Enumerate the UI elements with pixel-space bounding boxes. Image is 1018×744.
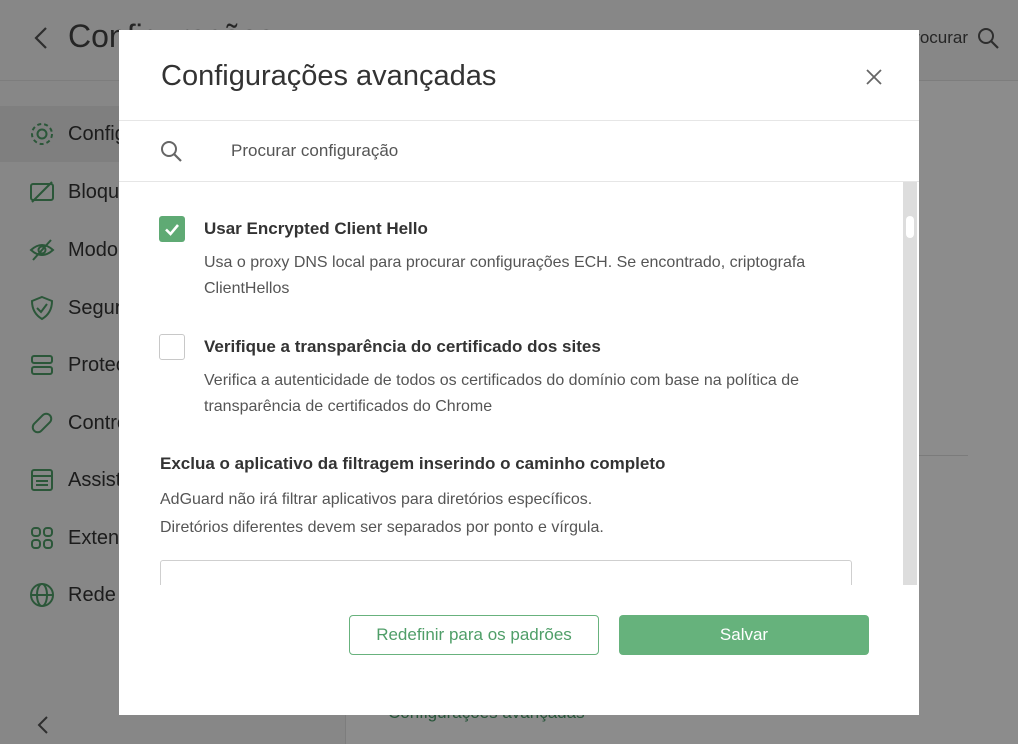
ech-checkbox[interactable] [159,216,185,242]
setting-title: Verifique a transparência do certificado… [204,337,601,356]
exclude-apps-line-1: AdGuard não irá filtrar aplicativos para… [160,491,593,508]
settings-search-bar [119,120,919,182]
save-button[interactable]: Salvar [619,615,869,655]
reset-defaults-button[interactable]: Redefinir para os padrões [349,615,599,655]
exclude-apps-description: AdGuard não irá filtrar aplicativos para… [160,486,604,542]
search-icon [161,141,182,162]
advanced-settings-dialog: Configurações avançadas Usar Encrypted C… [119,30,919,715]
cert-transparency-checkbox[interactable] [159,334,185,360]
exclude-apps-line-2: Diretórios diferentes devem ser separado… [160,519,604,536]
setting-description: Verifica a autenticidade de todos os cer… [204,372,800,415]
settings-list: Usar Encrypted Client Hello Usa o proxy … [119,182,919,585]
exclude-path-input[interactable] [160,560,852,585]
exclude-apps-title: Exclua o aplicativo da filtragem inserin… [160,454,666,473]
setting-title: Usar Encrypted Client Hello [204,219,428,238]
checkmark-icon [165,224,179,236]
scrollbar[interactable] [903,182,917,585]
close-icon[interactable] [861,64,887,90]
setting-description: Usa o proxy DNS local para procurar conf… [204,254,806,297]
settings-search-input[interactable] [219,133,903,169]
scrollbar-thumb[interactable] [906,216,914,238]
dialog-title: Configurações avançadas [161,60,497,92]
